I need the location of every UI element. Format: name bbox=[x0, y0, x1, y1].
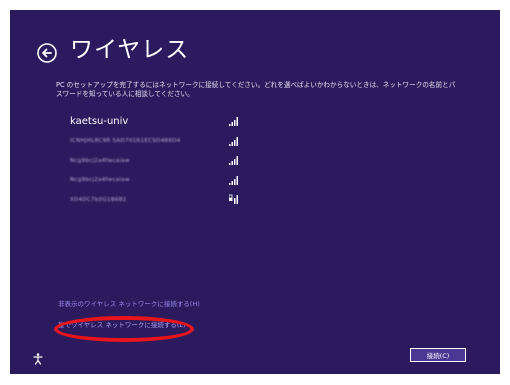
page-title: ワイヤレス bbox=[70, 37, 190, 63]
wifi-signal-icon bbox=[229, 117, 238, 126]
connect-later-link[interactable]: 後でワイヤレス ネットワークに接続する(L) bbox=[58, 319, 200, 329]
wifi-signal-icon bbox=[229, 136, 238, 146]
network-name: ICNHJHL8C9R SAD701R1ECSD4B6D4 bbox=[70, 138, 181, 145]
network-item[interactable]: kaetsu-univ bbox=[70, 112, 240, 132]
network-name: Ncg9bcj2a4fwcaiaw bbox=[70, 157, 130, 164]
network-item[interactable]: Ncg9bcj2a4fwcaiaw bbox=[70, 151, 240, 171]
network-list: kaetsu-univ ICNHJHL8C9R SAD701R1ECSD4B6D… bbox=[70, 112, 240, 210]
network-item[interactable]: XD4DC7b0G1B6B2 bbox=[70, 190, 240, 210]
connect-button[interactable]: 接続(C) bbox=[409, 347, 467, 363]
network-name: XD4DC7b0G1B6B2 bbox=[70, 196, 127, 203]
network-item[interactable]: Ncg9bcj2a4fwcaiaw bbox=[70, 171, 240, 191]
wifi-signal-icon bbox=[229, 175, 238, 185]
back-arrow-icon[interactable] bbox=[36, 42, 58, 64]
link-group: 非表示のワイヤレス ネットワークに接続する(H) 後でワイヤレス ネットワークに… bbox=[58, 298, 200, 329]
network-name: kaetsu-univ bbox=[70, 116, 129, 128]
wireless-setup-screen: ワイヤレス PC のセットアップを完了するにはネットワークに接続してください。ど… bbox=[10, 10, 500, 374]
page-description: PC のセットアップを完了するにはネットワークに接続してください。どれを選べばよ… bbox=[56, 81, 456, 98]
wifi-signal-icon bbox=[229, 156, 238, 165]
hidden-network-link[interactable]: 非表示のワイヤレス ネットワークに接続する(H) bbox=[58, 298, 200, 308]
network-item[interactable]: ICNHJHL8C9R SAD701R1ECSD4B6D4 bbox=[70, 132, 240, 152]
wifi-secured-signal-icon bbox=[229, 194, 238, 204]
ease-of-access-icon[interactable] bbox=[32, 350, 44, 365]
network-name: Ncg9bcj2a4fwcaiaw bbox=[70, 177, 130, 184]
